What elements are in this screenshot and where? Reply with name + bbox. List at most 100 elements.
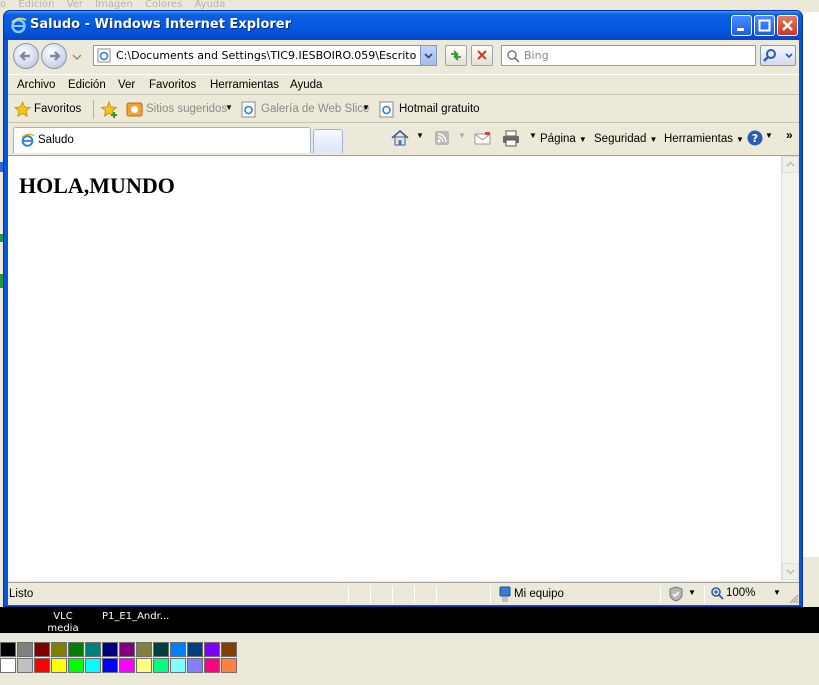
color-swatch[interactable] [153, 642, 169, 657]
color-swatch[interactable] [221, 658, 237, 673]
maximize-button[interactable] [754, 15, 775, 36]
color-swatch[interactable] [119, 642, 135, 657]
bg-menu-item[interactable]: Imagen [95, 0, 133, 10]
stop-icon [477, 50, 487, 60]
address-text[interactable]: C:\Documents and Settings\TIC9.IESBOIRO.… [116, 49, 416, 62]
chevron-down-icon[interactable] [783, 46, 795, 65]
divider [348, 586, 349, 603]
security-menu-label: Seguridad [594, 133, 647, 145]
menu-bar: Archivo Edición Ver Favoritos Herramient… [8, 74, 799, 95]
bg-menu-item[interactable]: Edición [18, 0, 54, 10]
search-icon [763, 49, 776, 62]
color-swatch[interactable] [34, 642, 50, 657]
divider [490, 586, 491, 603]
color-swatch[interactable] [204, 642, 220, 657]
color-swatch[interactable] [170, 658, 186, 673]
vertical-scrollbar[interactable] [781, 156, 799, 582]
color-swatch[interactable] [68, 658, 84, 673]
feeds-button[interactable]: ▼ [433, 129, 468, 149]
favorites-button[interactable]: Favoritos [14, 100, 86, 120]
color-swatch[interactable] [102, 658, 118, 673]
minimize-button[interactable] [731, 15, 752, 36]
color-swatch[interactable] [17, 658, 33, 673]
page-icon [97, 48, 111, 63]
title-bar[interactable]: Saludo - Windows Internet Explorer [4, 11, 802, 40]
menu-item-favoritos[interactable]: Favoritos [149, 79, 196, 91]
print-button[interactable]: ▼ [501, 129, 539, 149]
color-swatch[interactable] [0, 658, 16, 673]
tools-menu-button[interactable]: Herramientas ▼ [664, 133, 744, 145]
security-menu-button[interactable]: Seguridad ▼ [594, 133, 657, 145]
chevron-up-icon [786, 161, 795, 167]
arrow-right-icon [50, 51, 61, 61]
menu-item-archivo[interactable]: Archivo [17, 79, 55, 91]
printer-icon [503, 130, 519, 147]
new-tab-button[interactable] [313, 129, 343, 153]
more-commands-button[interactable]: » [786, 128, 793, 142]
hotmail-link[interactable]: Hotmail gratuito [379, 100, 489, 120]
color-swatch[interactable] [85, 658, 101, 673]
suggested-sites-button[interactable]: Sitios sugeridos ▼ [126, 100, 234, 120]
menu-item-edicion[interactable]: Edición [68, 79, 106, 91]
page-menu-button[interactable]: Página ▼ [540, 133, 587, 145]
refresh-button[interactable] [445, 45, 467, 66]
color-swatch[interactable] [51, 658, 67, 673]
color-swatch[interactable] [187, 642, 203, 657]
protected-mode-button[interactable]: ▼ [668, 586, 698, 603]
color-swatch[interactable] [119, 658, 135, 673]
color-swatch[interactable] [170, 642, 186, 657]
color-swatch[interactable] [51, 642, 67, 657]
color-swatch[interactable] [0, 642, 16, 657]
color-swatch[interactable] [204, 658, 220, 673]
search-input[interactable]: Bing [524, 49, 549, 62]
mail-icon[interactable] [474, 131, 492, 147]
zoom-button[interactable]: 100% ▼ [710, 586, 781, 603]
web-slice-gallery-button[interactable]: Galería de Web Slice ▼ [241, 100, 371, 120]
stop-button[interactable] [471, 45, 493, 66]
color-swatch[interactable] [85, 642, 101, 657]
bg-menu-item[interactable]: o [0, 0, 6, 10]
chevron-down-icon: ▼ [529, 131, 537, 140]
close-button[interactable] [777, 15, 798, 36]
color-swatch[interactable] [136, 642, 152, 657]
home-icon [391, 129, 409, 146]
back-button[interactable] [13, 43, 39, 69]
color-swatch[interactable] [153, 658, 169, 673]
color-swatch[interactable] [68, 642, 84, 657]
menu-item-herramientas[interactable]: Herramientas [210, 79, 279, 91]
color-swatch[interactable] [34, 658, 50, 673]
tab-saludo[interactable]: Saludo [13, 127, 311, 153]
search-bar[interactable]: Bing [501, 45, 756, 66]
color-swatch[interactable] [17, 642, 33, 657]
color-swatch[interactable] [102, 642, 118, 657]
close-icon [782, 20, 793, 31]
menu-item-ver[interactable]: Ver [118, 79, 135, 91]
zoom-level: 100% [726, 587, 756, 599]
forward-button[interactable] [41, 43, 67, 69]
help-button[interactable]: ? ▼ [746, 129, 774, 149]
computer-icon [499, 586, 511, 602]
bg-menu-item[interactable]: Colores [145, 0, 182, 10]
scroll-down-button[interactable] [782, 563, 799, 580]
taskbar-item-p1[interactable]: P1_E1_Andr... [102, 611, 169, 623]
color-swatch[interactable] [187, 658, 203, 673]
color-swatch[interactable] [136, 658, 152, 673]
ie-window: Saludo - Windows Internet Explorer C:\Do… [3, 10, 803, 607]
home-button[interactable]: ▼ [390, 129, 428, 149]
taskbar-item-label: VLC media [47, 611, 79, 634]
chevron-down-icon: ▼ [578, 135, 587, 144]
add-to-favorites-icon[interactable] [100, 101, 119, 119]
color-swatch[interactable] [221, 642, 237, 657]
rss-feed-icon [435, 131, 449, 145]
address-bar[interactable]: C:\Documents and Settings\TIC9.IESBOIRO.… [93, 45, 437, 66]
ie-page-icon [379, 101, 394, 118]
bg-menu-item[interactable]: Ayuda [195, 0, 226, 10]
address-dropdown-button[interactable] [420, 46, 436, 65]
scroll-up-button[interactable] [782, 156, 799, 173]
history-dropdown-icon[interactable] [72, 53, 82, 61]
menu-item-ayuda[interactable]: Ayuda [290, 79, 322, 91]
resize-grip-icon[interactable] [788, 593, 799, 604]
chevron-down-icon: ▼ [649, 135, 658, 144]
bg-menu-item[interactable]: Ver [67, 0, 83, 10]
search-button[interactable] [760, 45, 796, 66]
